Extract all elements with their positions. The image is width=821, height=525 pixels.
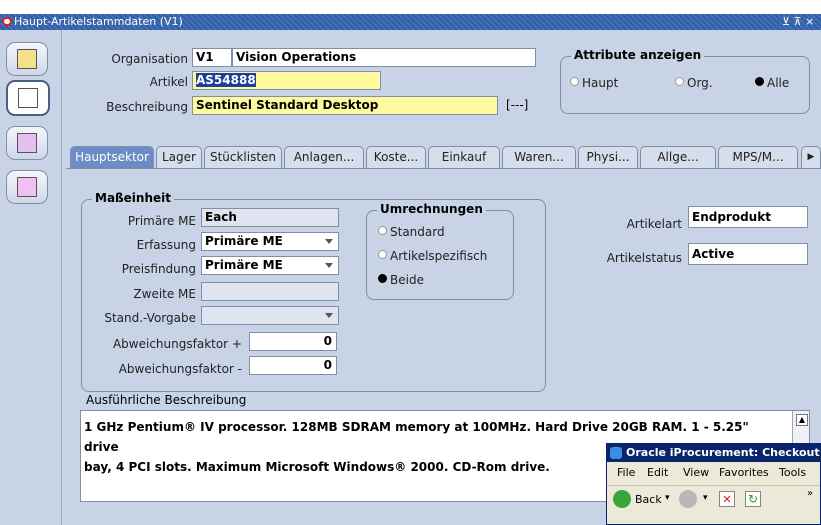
- radio-dot: [378, 226, 387, 235]
- tab-scroll-right-icon[interactable]: ▶: [801, 146, 821, 168]
- primaere-me-field: Each: [201, 208, 339, 227]
- erfassung-label: Erfassung: [136, 238, 196, 252]
- artikelart-label: Artikelart: [626, 217, 682, 231]
- back-arrow-icon[interactable]: [613, 490, 631, 508]
- artikel-label: Artikel: [149, 75, 188, 89]
- menu-tools[interactable]: Tools: [779, 462, 806, 484]
- radio-haupt[interactable]: Haupt: [570, 76, 618, 90]
- radio-label: Beide: [390, 273, 424, 287]
- refresh-icon[interactable]: ↻: [745, 491, 761, 507]
- radio-alle[interactable]: Alle: [755, 76, 789, 90]
- erfassung-value: Primäre ME: [205, 234, 283, 248]
- window-controls[interactable]: ⊻ ⊼ ×: [782, 14, 814, 30]
- stop-icon[interactable]: ✕: [719, 491, 735, 507]
- radio-label: Haupt: [582, 76, 619, 90]
- catalog-icon: [17, 177, 37, 197]
- tab-kosten[interactable]: Koste...: [366, 146, 426, 168]
- chevron-down-icon: [325, 263, 333, 268]
- chevron-down-icon: [325, 239, 333, 244]
- beschreibung-field[interactable]: Sentinel Standard Desktop: [192, 96, 498, 115]
- attachments-tool-button[interactable]: [6, 126, 48, 160]
- radio-label: Org.: [687, 76, 713, 90]
- back-dropdown-icon[interactable]: ▾: [665, 493, 670, 503]
- tab-anlagen[interactable]: Anlagen...: [284, 146, 364, 168]
- popup-menubar: File Edit View Favorites Tools: [607, 462, 820, 484]
- zweite-me-label: Zweite ME: [133, 287, 196, 301]
- tab-allge[interactable]: Allge...: [640, 146, 716, 168]
- primaere-me-label: Primäre ME: [127, 214, 196, 228]
- radio-dot: [570, 77, 579, 86]
- window-title: Haupt-Artikelstammdaten (V1): [14, 15, 183, 28]
- tab-mps[interactable]: MPS/M...: [718, 146, 798, 168]
- radio-beide[interactable]: Beide: [378, 273, 424, 287]
- preisfindung-value: Primäre ME: [205, 258, 283, 272]
- artikelart-field[interactable]: Endprodukt: [688, 206, 808, 228]
- tab-lager[interactable]: Lager: [156, 146, 202, 168]
- menu-view[interactable]: View: [683, 462, 709, 484]
- menu-file[interactable]: File: [617, 462, 635, 484]
- zweite-me-field: [201, 282, 339, 301]
- stand-vorgabe-select[interactable]: [201, 306, 339, 325]
- description-label: Ausführliche Beschreibung: [86, 393, 247, 407]
- oracle-icon: [2, 17, 12, 26]
- organisation-code-field[interactable]: V1: [192, 48, 232, 67]
- chevron-down-icon: [325, 313, 333, 318]
- scroll-up-icon[interactable]: ▲: [796, 414, 808, 426]
- radio-org[interactable]: Org.: [675, 76, 713, 90]
- catalog-tool-button[interactable]: [6, 170, 48, 204]
- browser-popup-window[interactable]: Oracle iProcurement: Checkout - M File E…: [606, 443, 821, 525]
- forward-arrow-icon[interactable]: [679, 490, 697, 508]
- menu-favorites[interactable]: Favorites: [719, 462, 769, 484]
- popup-title: Oracle iProcurement: Checkout - M: [626, 446, 820, 459]
- artikelstatus-field[interactable]: Active: [688, 243, 808, 265]
- abweichung-minus-label: Abweichungsfaktor -: [118, 362, 242, 376]
- organisation-label: Organisation: [111, 52, 188, 66]
- stand-vorgabe-label: Stand.-Vorgabe: [104, 311, 196, 325]
- popup-titlebar[interactable]: Oracle iProcurement: Checkout - M: [607, 444, 820, 462]
- forward-dropdown-icon[interactable]: ▾: [703, 493, 708, 503]
- erfassung-select[interactable]: Primäre ME: [201, 232, 339, 251]
- list-tool-button[interactable]: [6, 80, 50, 116]
- radio-label: Artikelspezifisch: [390, 249, 488, 263]
- left-toolbar: [0, 30, 62, 525]
- toolbar-overflow-icon[interactable]: »: [807, 488, 813, 499]
- radio-artikelspezifisch[interactable]: Artikelspezifisch: [378, 249, 487, 263]
- window-titlebar[interactable]: Haupt-Artikelstammdaten (V1) ⊻ ⊼ ×: [0, 14, 821, 30]
- menu-edit[interactable]: Edit: [647, 462, 668, 484]
- attribute-group-title: Attribute anzeigen: [571, 48, 705, 62]
- abweichung-plus-label: Abweichungsfaktor +: [112, 337, 242, 351]
- tab-stuecklisten[interactable]: Stücklisten: [204, 146, 282, 168]
- abweichung-minus-field[interactable]: 0: [249, 356, 337, 375]
- browser-icon: [610, 447, 622, 459]
- tab-hauptsektor[interactable]: Hauptsektor: [70, 146, 154, 168]
- folder-tool-button[interactable]: [6, 42, 48, 76]
- umrechnungen-title: Umrechnungen: [377, 202, 486, 216]
- preisfindung-label: Preisfindung: [121, 262, 196, 276]
- radio-dot: [675, 77, 684, 86]
- radio-label: Standard: [390, 225, 445, 239]
- radio-dot-selected: [755, 77, 764, 86]
- radio-standard[interactable]: Standard: [378, 225, 445, 239]
- tab-einkauf[interactable]: Einkauf: [428, 146, 500, 168]
- beschreibung-label: Beschreibung: [106, 100, 188, 114]
- artikel-value: AS54888: [196, 73, 256, 87]
- artikel-field[interactable]: AS54888: [192, 71, 381, 90]
- artikelstatus-label: Artikelstatus: [606, 251, 682, 265]
- popup-toolbar: Back ▾ ▾ ✕ ↻ »: [607, 485, 820, 514]
- attachments-icon: [17, 133, 37, 153]
- list-icon: [18, 88, 38, 108]
- organisation-name-field[interactable]: Vision Operations: [232, 48, 536, 67]
- radio-label: Alle: [767, 76, 790, 90]
- folder-icon: [17, 49, 37, 69]
- abweichung-plus-field[interactable]: 0: [249, 332, 337, 351]
- tab-waren[interactable]: Waren...: [502, 146, 576, 168]
- radio-dot: [378, 250, 387, 259]
- radio-dot-selected: [378, 274, 387, 283]
- preisfindung-select[interactable]: Primäre ME: [201, 256, 339, 275]
- masseinheit-title: Maßeinheit: [92, 191, 174, 205]
- back-button-label[interactable]: Back: [635, 493, 662, 506]
- flexfield-button[interactable]: [---]: [506, 98, 528, 112]
- tab-physi[interactable]: Physi...: [578, 146, 638, 168]
